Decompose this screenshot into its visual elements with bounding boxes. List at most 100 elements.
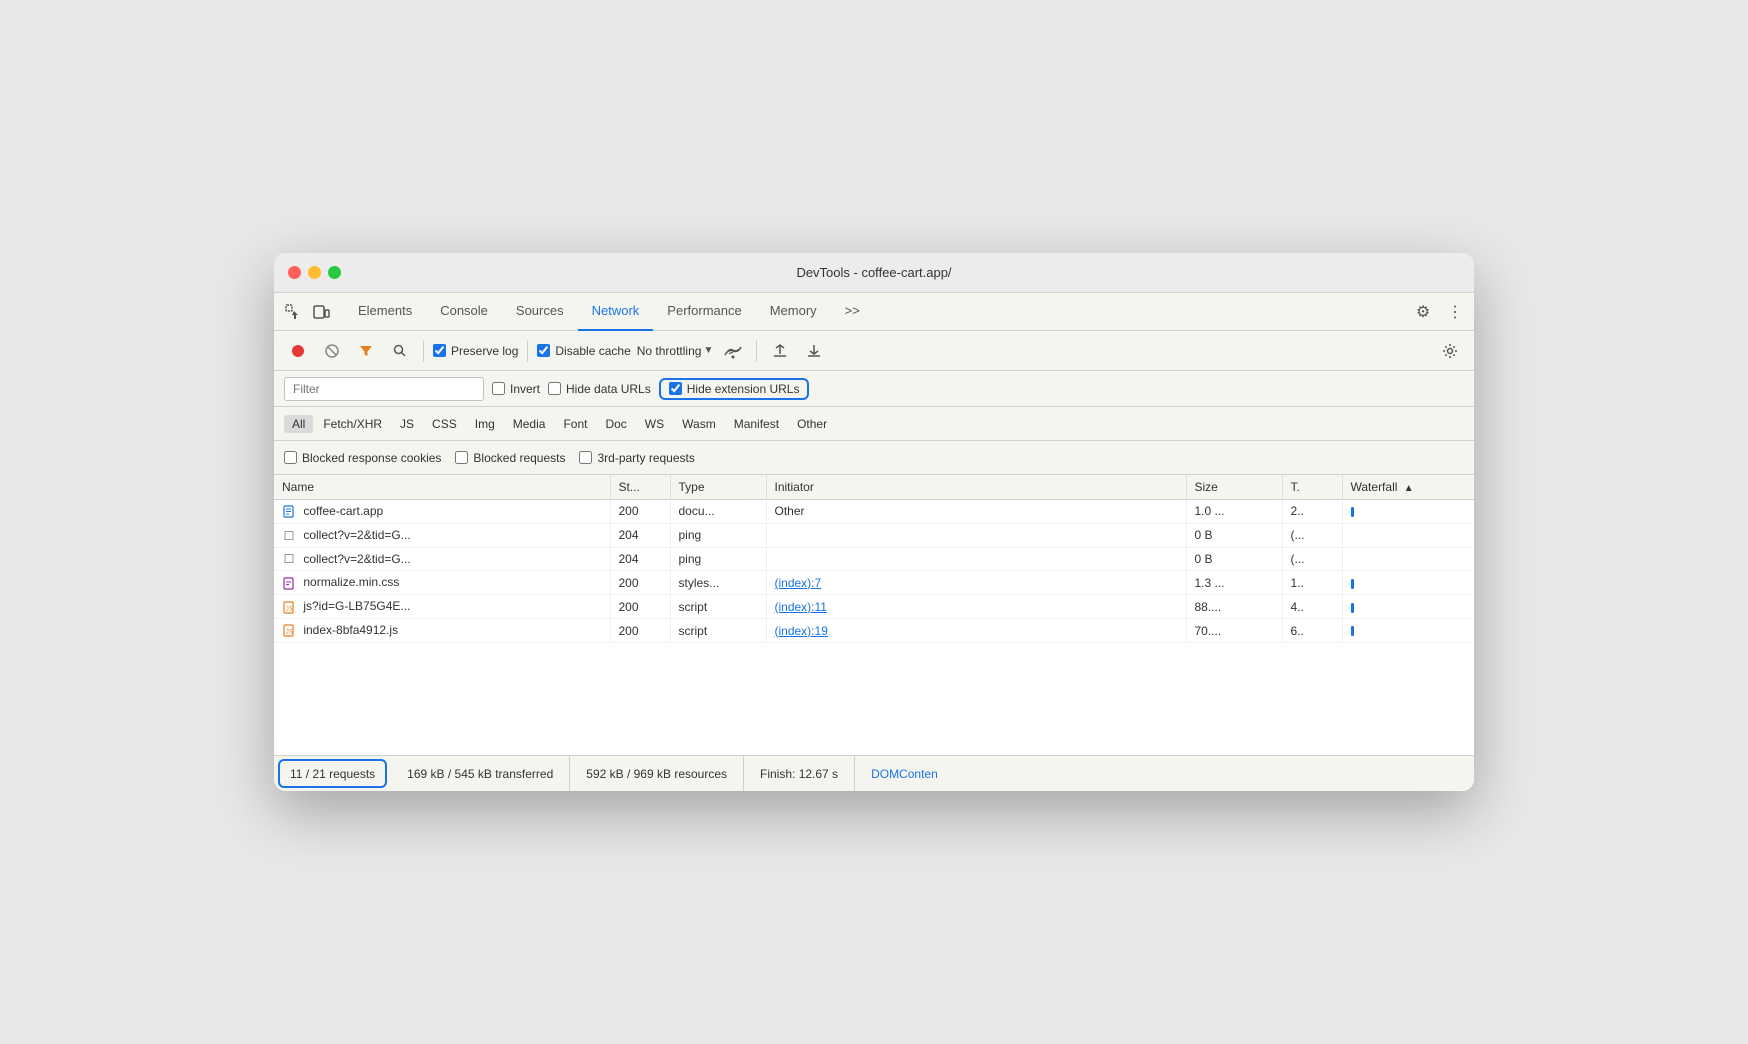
more-options-icon[interactable]: ⋮ [1444, 301, 1466, 323]
waterfall-bar [1351, 626, 1354, 636]
hide-data-urls-checkbox[interactable]: Hide data URLs [548, 382, 651, 396]
cell-status: 200 [610, 571, 670, 595]
cell-initiator: (index):19 [766, 619, 1186, 643]
js-icon: JS [282, 624, 296, 638]
device-toolbar-icon[interactable] [310, 301, 332, 323]
tab-memory[interactable]: Memory [756, 293, 831, 331]
tab-console[interactable]: Console [426, 293, 502, 331]
hide-extension-urls-checkbox[interactable]: Hide extension URLs [659, 378, 810, 400]
initiator-link[interactable]: (index):7 [775, 576, 822, 590]
resources-size: 592 kB / 969 kB resources [570, 756, 744, 791]
tab-more[interactable]: >> [831, 293, 874, 331]
table-row[interactable]: JS index-8bfa4912.js 200 script (index):… [274, 619, 1474, 643]
col-type-header[interactable]: Type [670, 475, 766, 500]
cell-name: ☐ collect?v=2&tid=G... [274, 547, 610, 571]
table-row[interactable]: normalize.min.css 200 styles... (index):… [274, 571, 1474, 595]
titlebar: DevTools - coffee-cart.app/ [274, 253, 1474, 293]
cursor-icon[interactable] [282, 301, 304, 323]
col-size-header[interactable]: Size [1186, 475, 1282, 500]
third-party-requests-checkbox[interactable]: 3rd-party requests [579, 451, 694, 465]
close-button[interactable] [288, 266, 301, 279]
download-har-button[interactable] [800, 337, 828, 365]
cell-type: ping [670, 547, 766, 571]
network-table-wrapper: Name St... Type Initiator Size [274, 475, 1474, 755]
tab-bar: Elements Console Sources Network Perform… [274, 293, 1474, 331]
cell-type: ping [670, 523, 766, 547]
network-conditions-icon[interactable] [719, 337, 747, 365]
type-filter-bar: All Fetch/XHR JS CSS Img Media Font Doc [274, 407, 1474, 441]
invert-checkbox[interactable]: Invert [492, 382, 540, 396]
type-filter-wasm[interactable]: Wasm [674, 415, 724, 433]
dom-content-loaded: DOMConten [855, 756, 954, 791]
cell-size: 0 B [1186, 547, 1282, 571]
preserve-log-checkbox[interactable]: Preserve log [433, 344, 518, 358]
throttle-selector[interactable]: No throttling ▼ [637, 344, 714, 358]
type-filter-ws[interactable]: WS [637, 415, 672, 433]
tab-sources[interactable]: Sources [502, 293, 578, 331]
cell-time: (... [1282, 547, 1342, 571]
cell-name: JS index-8bfa4912.js [274, 619, 610, 643]
doc-icon [282, 505, 296, 519]
type-filter-img[interactable]: Img [467, 415, 503, 433]
search-button[interactable] [386, 337, 414, 365]
col-status-header[interactable]: St... [610, 475, 670, 500]
type-filter-media[interactable]: Media [505, 415, 554, 433]
settings-icon[interactable]: ⚙ [1412, 301, 1434, 323]
tab-elements[interactable]: Elements [344, 293, 426, 331]
sort-arrow-icon: ▲ [1404, 483, 1414, 494]
type-filter-fetch-xhr[interactable]: Fetch/XHR [315, 415, 390, 433]
type-filter-css[interactable]: CSS [424, 415, 465, 433]
tab-performance[interactable]: Performance [653, 293, 755, 331]
devtools-icons [282, 301, 332, 323]
network-table-body: coffee-cart.app 200 docu... Other 1.0 ..… [274, 500, 1474, 643]
table-row[interactable]: ☐ collect?v=2&tid=G... 204 ping 0 B (... [274, 547, 1474, 571]
col-time-header[interactable]: T. [1282, 475, 1342, 500]
tab-network[interactable]: Network [578, 293, 654, 331]
type-filter-font[interactable]: Font [555, 415, 595, 433]
col-initiator-header[interactable]: Initiator [766, 475, 1186, 500]
blocked-requests-checkbox[interactable]: Blocked requests [455, 451, 565, 465]
transferred-size: 169 kB / 545 kB transferred [391, 756, 570, 791]
cell-waterfall [1342, 571, 1474, 595]
cell-name: JS js?id=G-LB75G4E... [274, 595, 610, 619]
cell-initiator: Other [766, 500, 1186, 524]
devtools-window: DevTools - coffee-cart.app/ [274, 253, 1474, 791]
cell-waterfall [1342, 547, 1474, 571]
col-name-header[interactable]: Name [274, 475, 610, 500]
filter-button[interactable] [352, 337, 380, 365]
blocked-cookies-checkbox[interactable]: Blocked response cookies [284, 451, 441, 465]
table-header-row: Name St... Type Initiator Size [274, 475, 1474, 500]
cell-initiator [766, 523, 1186, 547]
separator-1 [423, 340, 424, 362]
cell-size: 1.3 ... [1186, 571, 1282, 595]
cell-waterfall [1342, 619, 1474, 643]
minimize-button[interactable] [308, 266, 321, 279]
cell-status: 204 [610, 523, 670, 547]
initiator-link[interactable]: (index):19 [775, 624, 828, 638]
record-button[interactable] [284, 337, 312, 365]
maximize-button[interactable] [328, 266, 341, 279]
extra-filter-bar: Blocked response cookies Blocked request… [274, 441, 1474, 475]
filter-input[interactable] [284, 377, 484, 401]
col-waterfall-header[interactable]: Waterfall ▲ [1342, 475, 1474, 500]
disable-cache-checkbox[interactable]: Disable cache [537, 344, 630, 358]
type-filter-js[interactable]: JS [392, 415, 422, 433]
type-filter-all[interactable]: All [284, 415, 313, 433]
cell-size: 1.0 ... [1186, 500, 1282, 524]
table-row[interactable]: coffee-cart.app 200 docu... Other 1.0 ..… [274, 500, 1474, 524]
type-filter-other[interactable]: Other [789, 415, 835, 433]
network-settings-button[interactable] [1436, 337, 1464, 365]
table-row[interactable]: ☐ collect?v=2&tid=G... 204 ping 0 B (... [274, 523, 1474, 547]
cell-initiator [766, 547, 1186, 571]
cell-status: 200 [610, 595, 670, 619]
separator-3 [756, 340, 757, 362]
initiator-link[interactable]: (index):11 [775, 600, 827, 614]
table-row[interactable]: JS js?id=G-LB75G4E... 200 script (index)… [274, 595, 1474, 619]
type-filter-doc[interactable]: Doc [597, 415, 634, 433]
clear-button[interactable] [318, 337, 346, 365]
requests-count: 11 / 21 requests [278, 759, 387, 788]
upload-har-button[interactable] [766, 337, 794, 365]
type-filter-manifest[interactable]: Manifest [726, 415, 787, 433]
waterfall-bar [1351, 603, 1354, 613]
filter-bar: Invert Hide data URLs Hide extension URL… [274, 371, 1474, 407]
